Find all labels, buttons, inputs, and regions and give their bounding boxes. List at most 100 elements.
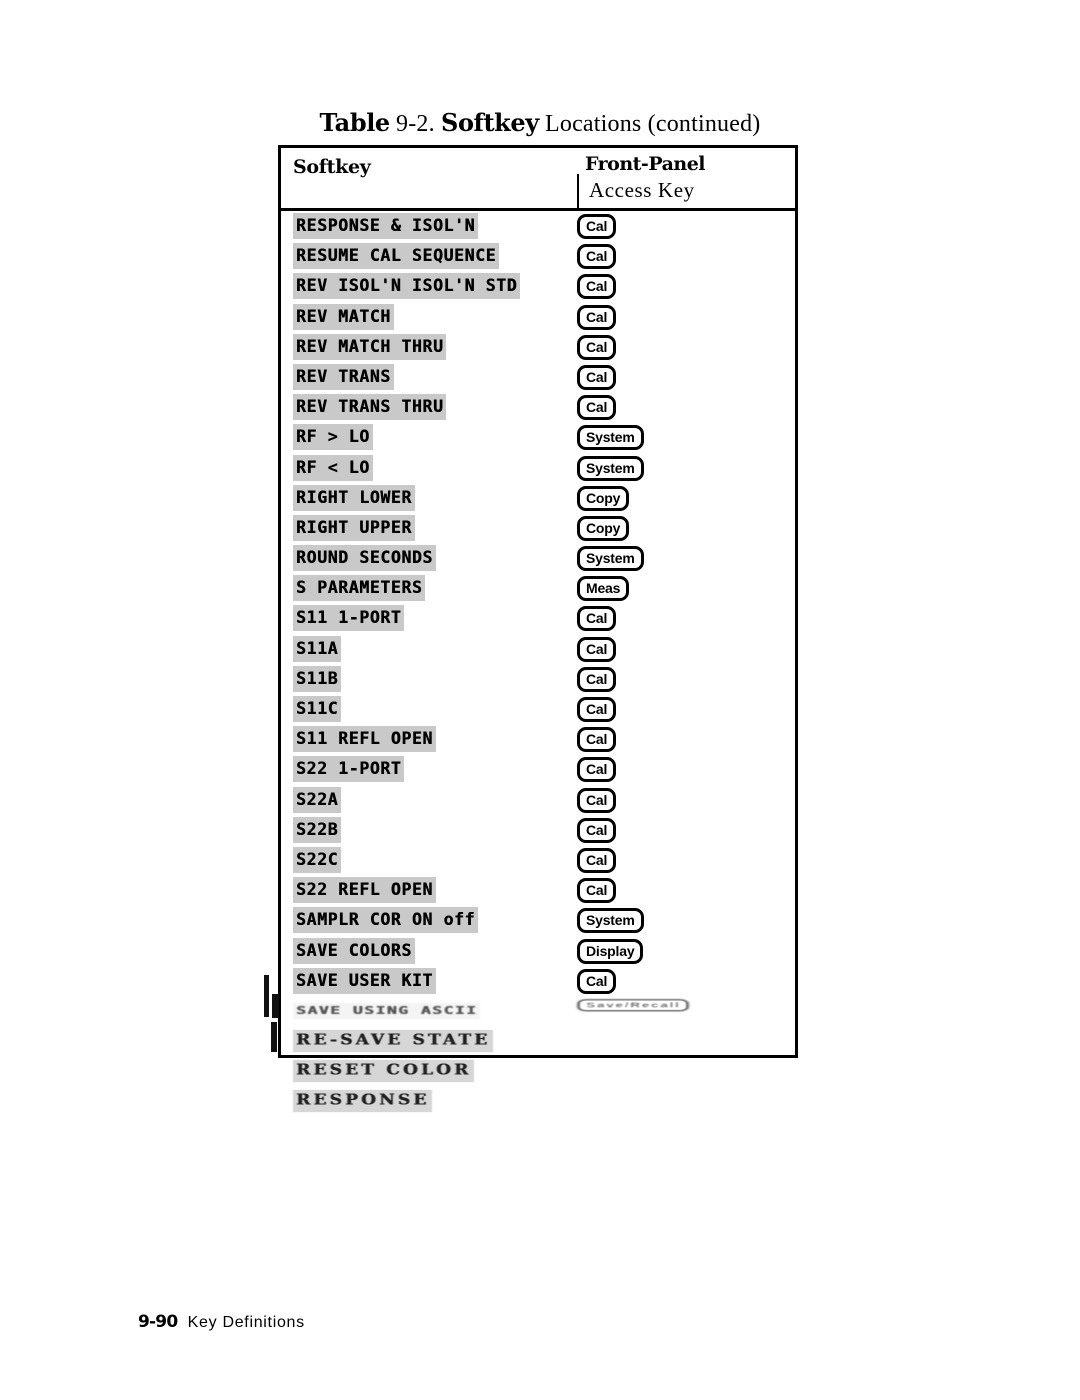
softkey-label: SAMPLR COR ON off bbox=[293, 907, 479, 934]
table-row: S22B Cal bbox=[281, 815, 795, 845]
scan-artifact-bar bbox=[271, 1022, 277, 1052]
front-panel-key-button[interactable]: Cal bbox=[577, 274, 617, 300]
table-row: REV MATCH Cal bbox=[281, 302, 795, 332]
scan-artifact-bar bbox=[272, 994, 279, 1018]
table-row: RESUME CAL SEQUENCE Cal bbox=[281, 241, 795, 271]
table-row: SAVE USER KIT Cal bbox=[281, 966, 795, 996]
page-number: 9-90 bbox=[138, 1312, 178, 1332]
softkey-label: RF < LO bbox=[293, 454, 373, 481]
table-row: S11A Cal bbox=[281, 634, 795, 664]
front-panel-key-button[interactable]: Cal bbox=[577, 334, 617, 360]
table-row: S22 REFL OPEN Cal bbox=[281, 875, 795, 905]
table-row: S11B Cal bbox=[281, 664, 795, 694]
softkey-label: RESET COLOR bbox=[293, 1060, 475, 1083]
front-panel-key-button[interactable]: Cal bbox=[577, 395, 617, 421]
softkey-label: RESPONSE & ISOL'N bbox=[293, 213, 479, 239]
caption-number: 9-2. bbox=[396, 111, 435, 137]
table-row: REV TRANS Cal bbox=[281, 362, 795, 392]
front-panel-key-button[interactable]: Cal bbox=[577, 787, 617, 813]
softkey-label: REV MATCH bbox=[293, 303, 394, 330]
table-row: S22 1-PORT Cal bbox=[281, 754, 795, 784]
softkey-label: SAVE USER KIT bbox=[293, 967, 436, 994]
softkey-label: RESUME CAL SEQUENCE bbox=[293, 243, 500, 270]
front-panel-key-button[interactable]: Display bbox=[577, 938, 644, 964]
caption-rest: Locations (continued) bbox=[545, 111, 761, 137]
front-panel-key-button[interactable]: Cal bbox=[577, 878, 617, 904]
softkey-label: RIGHT LOWER bbox=[293, 484, 415, 511]
softkey-label: REV MATCH THRU bbox=[293, 333, 447, 360]
table-row: RF < LO System bbox=[281, 453, 795, 483]
front-panel-key-button[interactable]: Meas bbox=[577, 576, 630, 602]
table-row: S22C Cal bbox=[281, 845, 795, 875]
table-row: REV ISOL'N ISOL'N STD Cal bbox=[281, 271, 795, 301]
table-row: SAVE COLORS Display bbox=[281, 936, 795, 966]
table-row: RIGHT UPPER Copy bbox=[281, 513, 795, 543]
front-panel-key-button[interactable]: Cal bbox=[577, 244, 617, 270]
softkey-label: REV TRANS THRU bbox=[293, 394, 447, 421]
column-header-front-panel: Front-Panel bbox=[585, 153, 706, 175]
front-panel-key-button[interactable]: System bbox=[577, 455, 644, 481]
table-row: RIGHT LOWER Copy bbox=[281, 483, 795, 513]
front-panel-key-button[interactable]: Cal bbox=[577, 727, 617, 753]
caption-softkey-word: Softkey bbox=[441, 108, 539, 137]
front-panel-key-button[interactable]: Cal bbox=[577, 606, 617, 632]
table-row: SAMPLR COR ON off System bbox=[281, 905, 795, 935]
table-row: RE-SAVE STATE bbox=[281, 1026, 795, 1056]
softkey-label: ROUND SECONDS bbox=[293, 545, 436, 572]
header-vertical-divider bbox=[577, 174, 579, 208]
table-row: S PARAMETERS Meas bbox=[281, 573, 795, 603]
softkey-label: SAVE COLORS bbox=[293, 937, 415, 964]
table-row: RESPONSE & ISOL'N Cal bbox=[281, 211, 795, 241]
table-row: ROUND SECONDS System bbox=[281, 543, 795, 573]
front-panel-key-button[interactable]: Copy bbox=[577, 485, 630, 511]
softkey-label: S11 REFL OPEN bbox=[293, 726, 436, 753]
caption-table-word: Table bbox=[319, 108, 391, 137]
table-row: REV TRANS THRU Cal bbox=[281, 392, 795, 422]
table-row: REV MATCH THRU Cal bbox=[281, 332, 795, 362]
scan-artifact-bar bbox=[264, 975, 269, 1017]
softkey-label: REV TRANS bbox=[293, 363, 394, 390]
softkey-label: S11C bbox=[293, 696, 342, 722]
front-panel-key-button[interactable]: Cal bbox=[577, 817, 617, 843]
softkey-label: S22 REFL OPEN bbox=[293, 877, 436, 904]
front-panel-key-button[interactable]: Copy bbox=[577, 515, 630, 541]
front-panel-key-button[interactable]: Cal bbox=[577, 847, 617, 873]
softkey-label: S11B bbox=[293, 665, 342, 692]
front-panel-key-button[interactable]: Cal bbox=[577, 697, 617, 722]
table-row: RF > LO System bbox=[281, 422, 795, 452]
softkey-label: RF > LO bbox=[293, 424, 373, 451]
front-panel-key-button[interactable]: Cal bbox=[577, 304, 617, 330]
table-row: S11 1-PORT Cal bbox=[281, 603, 795, 633]
softkey-label: RE-SAVE STATE bbox=[293, 1029, 494, 1053]
front-panel-key-button[interactable]: Cal bbox=[577, 636, 617, 662]
front-panel-key-button[interactable]: Cal bbox=[577, 214, 617, 239]
softkey-label: SAVE USING ASCII bbox=[293, 1002, 481, 1019]
table-body: RESPONSE & ISOL'N Cal RESUME CAL SEQUENCE C… bbox=[281, 211, 795, 1117]
table-row: SAVE USING ASCII Save/Recall bbox=[281, 996, 795, 1026]
softkey-label: S11 1-PORT bbox=[293, 605, 405, 632]
front-panel-key-button[interactable]: Cal bbox=[577, 666, 617, 692]
page-footer: 9-90 Key Definitions bbox=[138, 1312, 305, 1332]
softkey-locations-table: Softkey Front-Panel Access Key RESPONSE … bbox=[278, 145, 798, 1113]
softkey-label: S22C bbox=[293, 846, 342, 873]
front-panel-key-button[interactable]: Cal bbox=[577, 968, 617, 994]
table-row: RESET COLOR bbox=[281, 1056, 795, 1086]
softkey-label: S PARAMETERS bbox=[293, 575, 426, 602]
footer-label: Key Definitions bbox=[187, 1314, 305, 1331]
front-panel-key-button[interactable]: Save/Recall bbox=[577, 998, 690, 1012]
softkey-label: S22B bbox=[293, 816, 342, 843]
softkey-label: REV ISOL'N ISOL'N STD bbox=[293, 273, 521, 300]
front-panel-key-button[interactable]: System bbox=[577, 908, 644, 934]
front-panel-key-button[interactable]: System bbox=[577, 425, 644, 451]
softkey-label: S22A bbox=[293, 786, 342, 813]
softkey-label: RESPONSE bbox=[293, 1090, 433, 1113]
front-panel-key-button[interactable]: Cal bbox=[577, 364, 617, 390]
softkey-label: S22 1-PORT bbox=[293, 756, 405, 783]
table-row: RESPONSE bbox=[281, 1086, 795, 1116]
softkey-label: S11A bbox=[293, 635, 342, 662]
column-header-access-key: Access Key bbox=[589, 178, 695, 202]
table-caption: Table 9-2. Softkey Locations (continued) bbox=[0, 108, 1080, 139]
front-panel-key-button[interactable]: System bbox=[577, 546, 644, 572]
table-row: S11 REFL OPEN Cal bbox=[281, 724, 795, 754]
front-panel-key-button[interactable]: Cal bbox=[577, 757, 617, 783]
